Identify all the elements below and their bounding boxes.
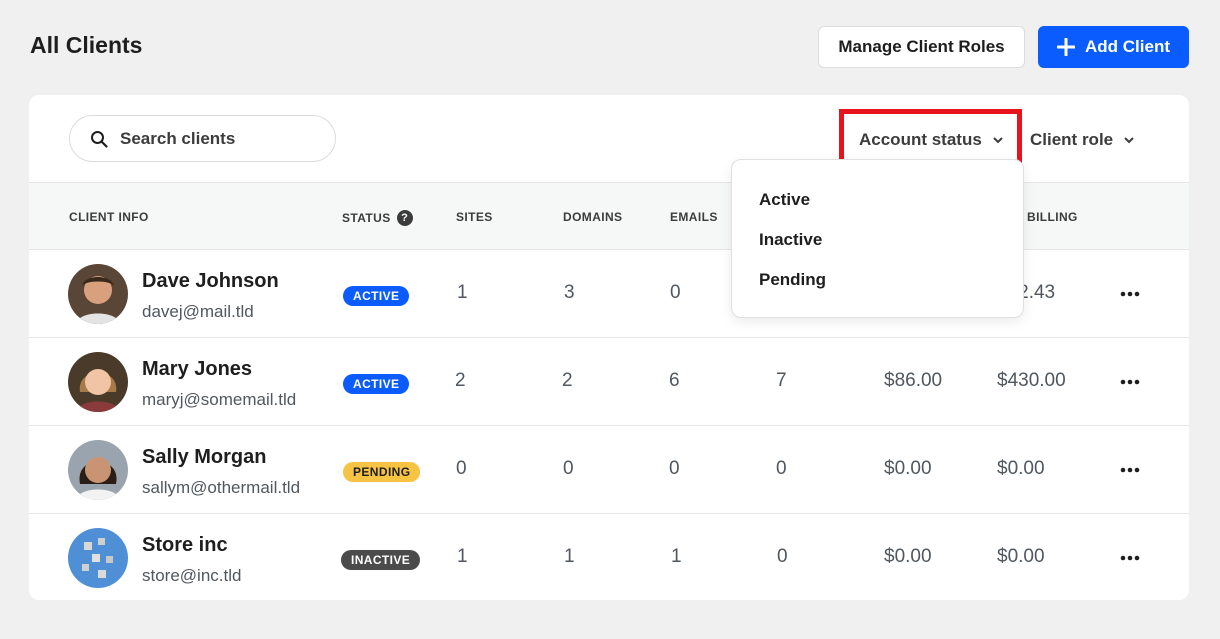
table-row[interactable]: Mary Jones maryj@somemail.tld ACTIVE 2 2… <box>29 338 1189 426</box>
column-client-info[interactable]: CLIENT INFO <box>69 210 149 224</box>
client-name[interactable]: Sally Morgan <box>142 446 266 469</box>
account-status-label: Account status <box>859 130 982 149</box>
search-placeholder: Search clients <box>120 128 236 148</box>
domains-count: 2 <box>562 370 573 391</box>
client-email: davej@mail.tld <box>142 302 254 321</box>
billing-amount: $0.00 <box>997 546 1045 567</box>
client-name[interactable]: Dave Johnson <box>142 270 279 293</box>
row-amount: $0.00 <box>884 458 932 479</box>
column-sites[interactable]: SITES <box>456 210 493 224</box>
status-badge: ACTIVE <box>343 374 410 394</box>
more-actions-icon[interactable] <box>1119 547 1141 569</box>
dropdown-option-inactive[interactable]: Inactive <box>759 230 822 250</box>
column-billing[interactable]: BILLING <box>1027 210 1078 224</box>
column-label: STATUS <box>342 211 391 225</box>
domains-count: 1 <box>564 546 575 567</box>
add-client-button[interactable]: Add Client <box>1038 26 1189 68</box>
manage-client-roles-button[interactable]: Manage Client Roles <box>818 26 1025 68</box>
column-label: BILLING <box>1027 210 1078 224</box>
emails-count: 6 <box>669 370 680 391</box>
status-badge: PENDING <box>343 462 421 482</box>
emails-count: 1 <box>671 546 682 567</box>
table-row[interactable]: Store inc store@inc.tld INACTIVE 1 1 1 0… <box>29 514 1189 600</box>
plus-icon <box>1057 38 1075 56</box>
domains-count: 3 <box>564 282 575 303</box>
table-row[interactable]: Sally Morgan sallym@othermail.tld PENDIN… <box>29 426 1189 514</box>
row-value: 0 <box>776 458 787 479</box>
sites-count: 1 <box>457 282 468 303</box>
emails-count: 0 <box>670 282 681 303</box>
column-status[interactable]: STATUS ? <box>342 210 413 226</box>
column-domains[interactable]: DOMAINS <box>563 210 622 224</box>
row-amount: $86.00 <box>884 370 943 391</box>
account-status-dropdown: Active Inactive Pending <box>731 159 1024 318</box>
status-badge: ACTIVE <box>343 286 410 306</box>
client-email: store@inc.tld <box>142 566 242 585</box>
billing-amount: $430.00 <box>997 370 1066 391</box>
row-value: 0 <box>777 546 788 567</box>
avatar <box>68 528 128 588</box>
account-status-filter[interactable]: Account status <box>859 130 1004 150</box>
chevron-down-icon <box>993 137 1003 144</box>
avatar <box>68 440 128 500</box>
client-email: sallym@othermail.tld <box>142 478 301 497</box>
column-label: DOMAINS <box>563 210 623 224</box>
sites-count: 2 <box>455 370 466 391</box>
page-title: All Clients <box>30 32 143 58</box>
avatar <box>68 264 128 324</box>
sites-count: 1 <box>457 546 468 567</box>
dropdown-option-pending[interactable]: Pending <box>759 270 826 290</box>
client-email: maryj@somemail.tld <box>142 390 297 409</box>
client-role-filter[interactable]: Client role <box>1030 130 1135 150</box>
more-actions-icon[interactable] <box>1119 371 1141 393</box>
manage-client-roles-label: Manage Client Roles <box>838 37 1005 56</box>
billing-amount: $0.00 <box>997 458 1045 479</box>
chevron-down-icon <box>1124 137 1134 144</box>
row-value: 7 <box>776 370 787 391</box>
row-amount: $0.00 <box>884 546 932 567</box>
sites-count: 0 <box>456 458 467 479</box>
dropdown-option-active[interactable]: Active <box>759 190 810 210</box>
column-label: SITES <box>456 210 493 224</box>
more-actions-icon[interactable] <box>1119 283 1141 305</box>
domains-count: 0 <box>563 458 574 479</box>
avatar <box>68 352 128 412</box>
more-actions-icon[interactable] <box>1119 459 1141 481</box>
client-name[interactable]: Store inc <box>142 534 228 557</box>
help-icon[interactable]: ? <box>396 210 413 226</box>
column-emails[interactable]: EMAILS <box>670 210 718 224</box>
search-input[interactable]: Search clients <box>69 115 336 162</box>
status-badge: INACTIVE <box>341 550 421 570</box>
add-client-label: Add Client <box>1085 37 1170 56</box>
search-icon <box>91 130 108 148</box>
column-label: EMAILS <box>670 210 718 224</box>
client-name[interactable]: Mary Jones <box>142 358 252 381</box>
emails-count: 0 <box>669 458 680 479</box>
column-label: CLIENT INFO <box>69 210 149 224</box>
client-role-label: Client role <box>1030 130 1114 149</box>
